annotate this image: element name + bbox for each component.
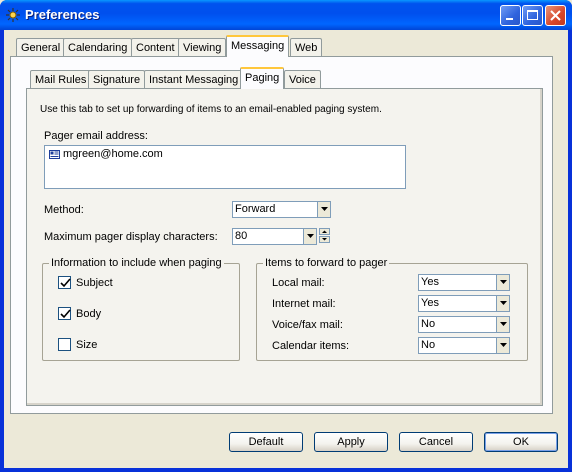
internet-mail-value: Yes [421, 297, 439, 309]
checkmark-icon [60, 278, 71, 288]
close-icon [550, 10, 561, 21]
chevron-down-icon [500, 301, 507, 305]
tab-label: Voice [289, 74, 316, 86]
minimize-button[interactable] [500, 5, 521, 26]
pager-email-label: Pager email address: [44, 130, 148, 142]
paging-description: Use this tab to set up forwarding of ite… [40, 104, 382, 115]
internet-mail-select[interactable]: Yes [418, 295, 510, 312]
internet-mail-label: Internet mail: [272, 298, 336, 310]
apply-button-label: Apply [337, 436, 365, 448]
pager-email-field[interactable]: mgreen@home.com [44, 145, 406, 189]
max-chars-label: Maximum pager display characters: [44, 231, 218, 243]
subject-label[interactable]: Subject [76, 277, 113, 289]
calendar-items-select[interactable]: No [418, 337, 510, 354]
include-group-title: Information to include when paging [49, 257, 224, 269]
ok-button[interactable]: OK [484, 432, 558, 452]
max-chars-select[interactable]: 80 [232, 228, 317, 245]
method-select[interactable]: Forward [232, 201, 331, 218]
dropdown-button[interactable] [303, 229, 316, 244]
local-mail-value: Yes [421, 276, 439, 288]
dropdown-button[interactable] [496, 338, 509, 353]
title-bar[interactable]: Preferences [0, 0, 572, 30]
ok-button-label: OK [513, 436, 529, 448]
tab-label: Messaging [231, 40, 285, 52]
local-mail-select[interactable]: Yes [418, 274, 510, 291]
default-button-label: Default [248, 436, 284, 448]
max-chars-value: 80 [235, 230, 248, 242]
checkmark-icon [60, 309, 71, 319]
contact-card-icon [49, 150, 60, 159]
voice-fax-mail-value: No [421, 318, 436, 330]
tab-mail-rules[interactable]: Mail Rules [30, 70, 92, 89]
dropdown-button[interactable] [496, 275, 509, 290]
tab-label: Viewing [183, 42, 222, 54]
tab-label: Content [136, 42, 175, 54]
local-mail-label: Local mail: [272, 277, 325, 289]
cancel-button[interactable]: Cancel [399, 432, 473, 452]
tab-label: Paging [245, 72, 280, 84]
chevron-down-icon [321, 207, 328, 211]
body-label[interactable]: Body [76, 308, 101, 320]
tab-signature[interactable]: Signature [88, 70, 146, 89]
tab-calendaring[interactable]: Calendaring [63, 38, 133, 57]
chevron-down-icon [500, 322, 507, 326]
spin-up-button[interactable] [319, 228, 330, 235]
minimize-icon [506, 18, 513, 20]
calendar-items-label: Calendar items: [272, 340, 350, 352]
default-button[interactable]: Default [229, 432, 303, 452]
tab-instant-messaging[interactable]: Instant Messaging [144, 70, 244, 89]
close-button[interactable] [545, 5, 566, 26]
method-label: Method: [44, 204, 84, 216]
dropdown-button[interactable] [496, 296, 509, 311]
tab-viewing[interactable]: Viewing [178, 38, 227, 57]
tab-voice[interactable]: Voice [284, 70, 321, 89]
cancel-button-label: Cancel [418, 436, 454, 448]
tab-web[interactable]: Web [290, 38, 323, 57]
tab-messaging[interactable]: Messaging [226, 35, 290, 57]
size-checkbox[interactable] [58, 338, 71, 351]
window-title: Preferences [25, 7, 100, 22]
tab-label: General [21, 42, 61, 54]
tab-label: Instant Messaging [149, 74, 239, 86]
spin-down-button[interactable] [319, 236, 330, 243]
pager-email-entry: mgreen@home.com [63, 148, 163, 160]
method-value: Forward [235, 203, 276, 215]
calendar-items-value: No [421, 339, 436, 351]
tab-general[interactable]: General [16, 38, 66, 57]
dropdown-button[interactable] [496, 317, 509, 332]
chevron-up-icon [322, 230, 327, 233]
maximize-icon [527, 10, 538, 20]
chevron-down-icon [500, 343, 507, 347]
dropdown-button[interactable] [317, 202, 330, 217]
voice-fax-mail-label: Voice/fax mail: [272, 319, 343, 331]
body-checkbox[interactable] [58, 307, 71, 320]
voice-fax-mail-select[interactable]: No [418, 316, 510, 333]
maximize-button[interactable] [522, 5, 543, 26]
preferences-window: Preferences General Calendaring Content … [0, 0, 572, 472]
tab-paging[interactable]: Paging [240, 67, 285, 89]
chevron-down-icon [307, 234, 314, 238]
tab-label: Calendaring [68, 42, 128, 54]
preferences-icon [6, 8, 20, 22]
include-info-group: Information to include when paging [42, 257, 240, 361]
forward-group-title: Items to forward to pager [263, 257, 390, 269]
subject-checkbox[interactable] [58, 276, 71, 289]
tab-content[interactable]: Content [131, 38, 180, 57]
tab-label: Signature [93, 74, 141, 86]
chevron-down-icon [322, 238, 327, 241]
size-label[interactable]: Size [76, 339, 97, 351]
tab-label: Mail Rules [35, 74, 87, 86]
chevron-down-icon [500, 280, 507, 284]
apply-button[interactable]: Apply [314, 432, 388, 452]
tab-label: Web [295, 42, 318, 54]
